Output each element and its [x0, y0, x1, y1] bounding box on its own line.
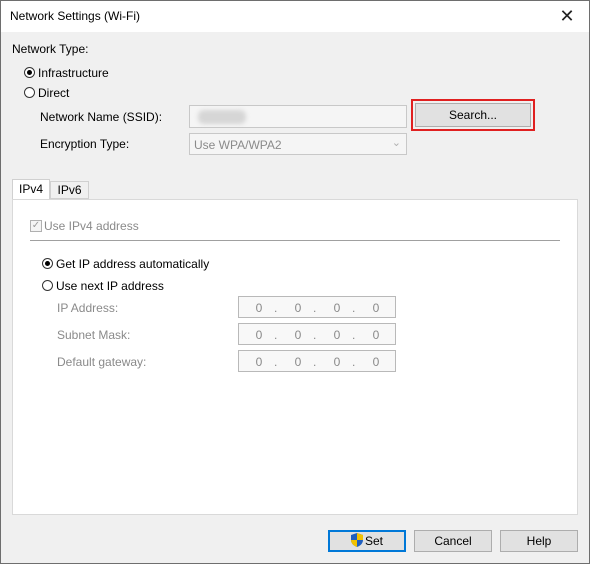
ip-dot: . — [352, 355, 356, 369]
ip-dot: . — [352, 301, 356, 315]
ip-octet: 0 — [372, 355, 380, 369]
default-gateway-input[interactable]: 0 . 0 . 0 . 0 — [238, 350, 396, 372]
ip-octet: 0 — [255, 355, 263, 369]
ip-address-label: IP Address: — [57, 301, 119, 315]
tab-ipv6[interactable]: IPv6 — [50, 181, 89, 199]
ip-octet: 0 — [333, 328, 341, 342]
direct-label[interactable]: Direct — [38, 86, 69, 100]
ip-octet: 0 — [294, 328, 302, 342]
infrastructure-radio[interactable] — [24, 67, 35, 78]
ip-dot: . — [274, 355, 278, 369]
manual-ip-label[interactable]: Use next IP address — [56, 279, 164, 293]
direct-radio[interactable] — [24, 87, 35, 98]
search-button[interactable]: Search... — [415, 103, 531, 127]
chevron-down-icon: ⌄ — [391, 137, 401, 149]
ip-octet: 0 — [255, 328, 263, 342]
auto-ip-radio[interactable] — [42, 258, 53, 269]
ip-dot: . — [313, 328, 317, 342]
ip-dot: . — [313, 301, 317, 315]
subnet-mask-input[interactable]: 0 . 0 . 0 . 0 — [238, 323, 396, 345]
subnet-mask-label: Subnet Mask: — [57, 328, 131, 342]
ip-octet: 0 — [294, 355, 302, 369]
set-button[interactable]: Set — [328, 530, 406, 552]
divider — [30, 240, 560, 241]
manual-ip-radio[interactable] — [42, 280, 53, 291]
encryption-label: Encryption Type: — [40, 137, 130, 151]
set-label: Set — [364, 534, 383, 548]
ip-octet: 0 — [372, 328, 380, 342]
use-ipv4-checkbox[interactable]: ✓ — [30, 220, 42, 232]
title-bar: Network Settings (Wi-Fi) ✕ — [1, 1, 589, 32]
help-button[interactable]: Help — [500, 530, 578, 552]
ip-dot: . — [352, 328, 356, 342]
default-gateway-label: Default gateway: — [57, 355, 147, 369]
ip-octet: 0 — [333, 355, 341, 369]
network-settings-dialog: Network Settings (Wi-Fi) ✕ Network Type:… — [0, 0, 590, 564]
ip-address-input[interactable]: 0 . 0 . 0 . 0 — [238, 296, 396, 318]
shield-icon — [350, 533, 363, 547]
encryption-select[interactable]: Use WPA/WPA2 ⌄ — [189, 133, 407, 155]
ssid-label: Network Name (SSID): — [40, 110, 163, 124]
use-ipv4-label: Use IPv4 address — [44, 219, 139, 233]
ip-octet: 0 — [294, 301, 302, 315]
network-type-label: Network Type: — [12, 42, 89, 56]
cancel-button[interactable]: Cancel — [414, 530, 492, 552]
tab-ipv4[interactable]: IPv4 — [12, 179, 50, 200]
ssid-input[interactable] — [189, 105, 407, 128]
ip-octet: 0 — [333, 301, 341, 315]
ip-octet: 0 — [255, 301, 263, 315]
infrastructure-label[interactable]: Infrastructure — [38, 66, 109, 80]
ip-dot: . — [313, 355, 317, 369]
window-title: Network Settings (Wi-Fi) — [10, 9, 141, 23]
ip-octet: 0 — [372, 301, 380, 315]
auto-ip-label[interactable]: Get IP address automatically — [56, 257, 209, 271]
ipv4-panel: ✓ Use IPv4 address Get IP address automa… — [12, 199, 578, 515]
close-icon[interactable]: ✕ — [545, 1, 589, 32]
encryption-value: Use WPA/WPA2 — [194, 138, 282, 152]
ip-dot: . — [274, 301, 278, 315]
ssid-redacted-value — [198, 110, 246, 124]
ip-dot: . — [274, 328, 278, 342]
